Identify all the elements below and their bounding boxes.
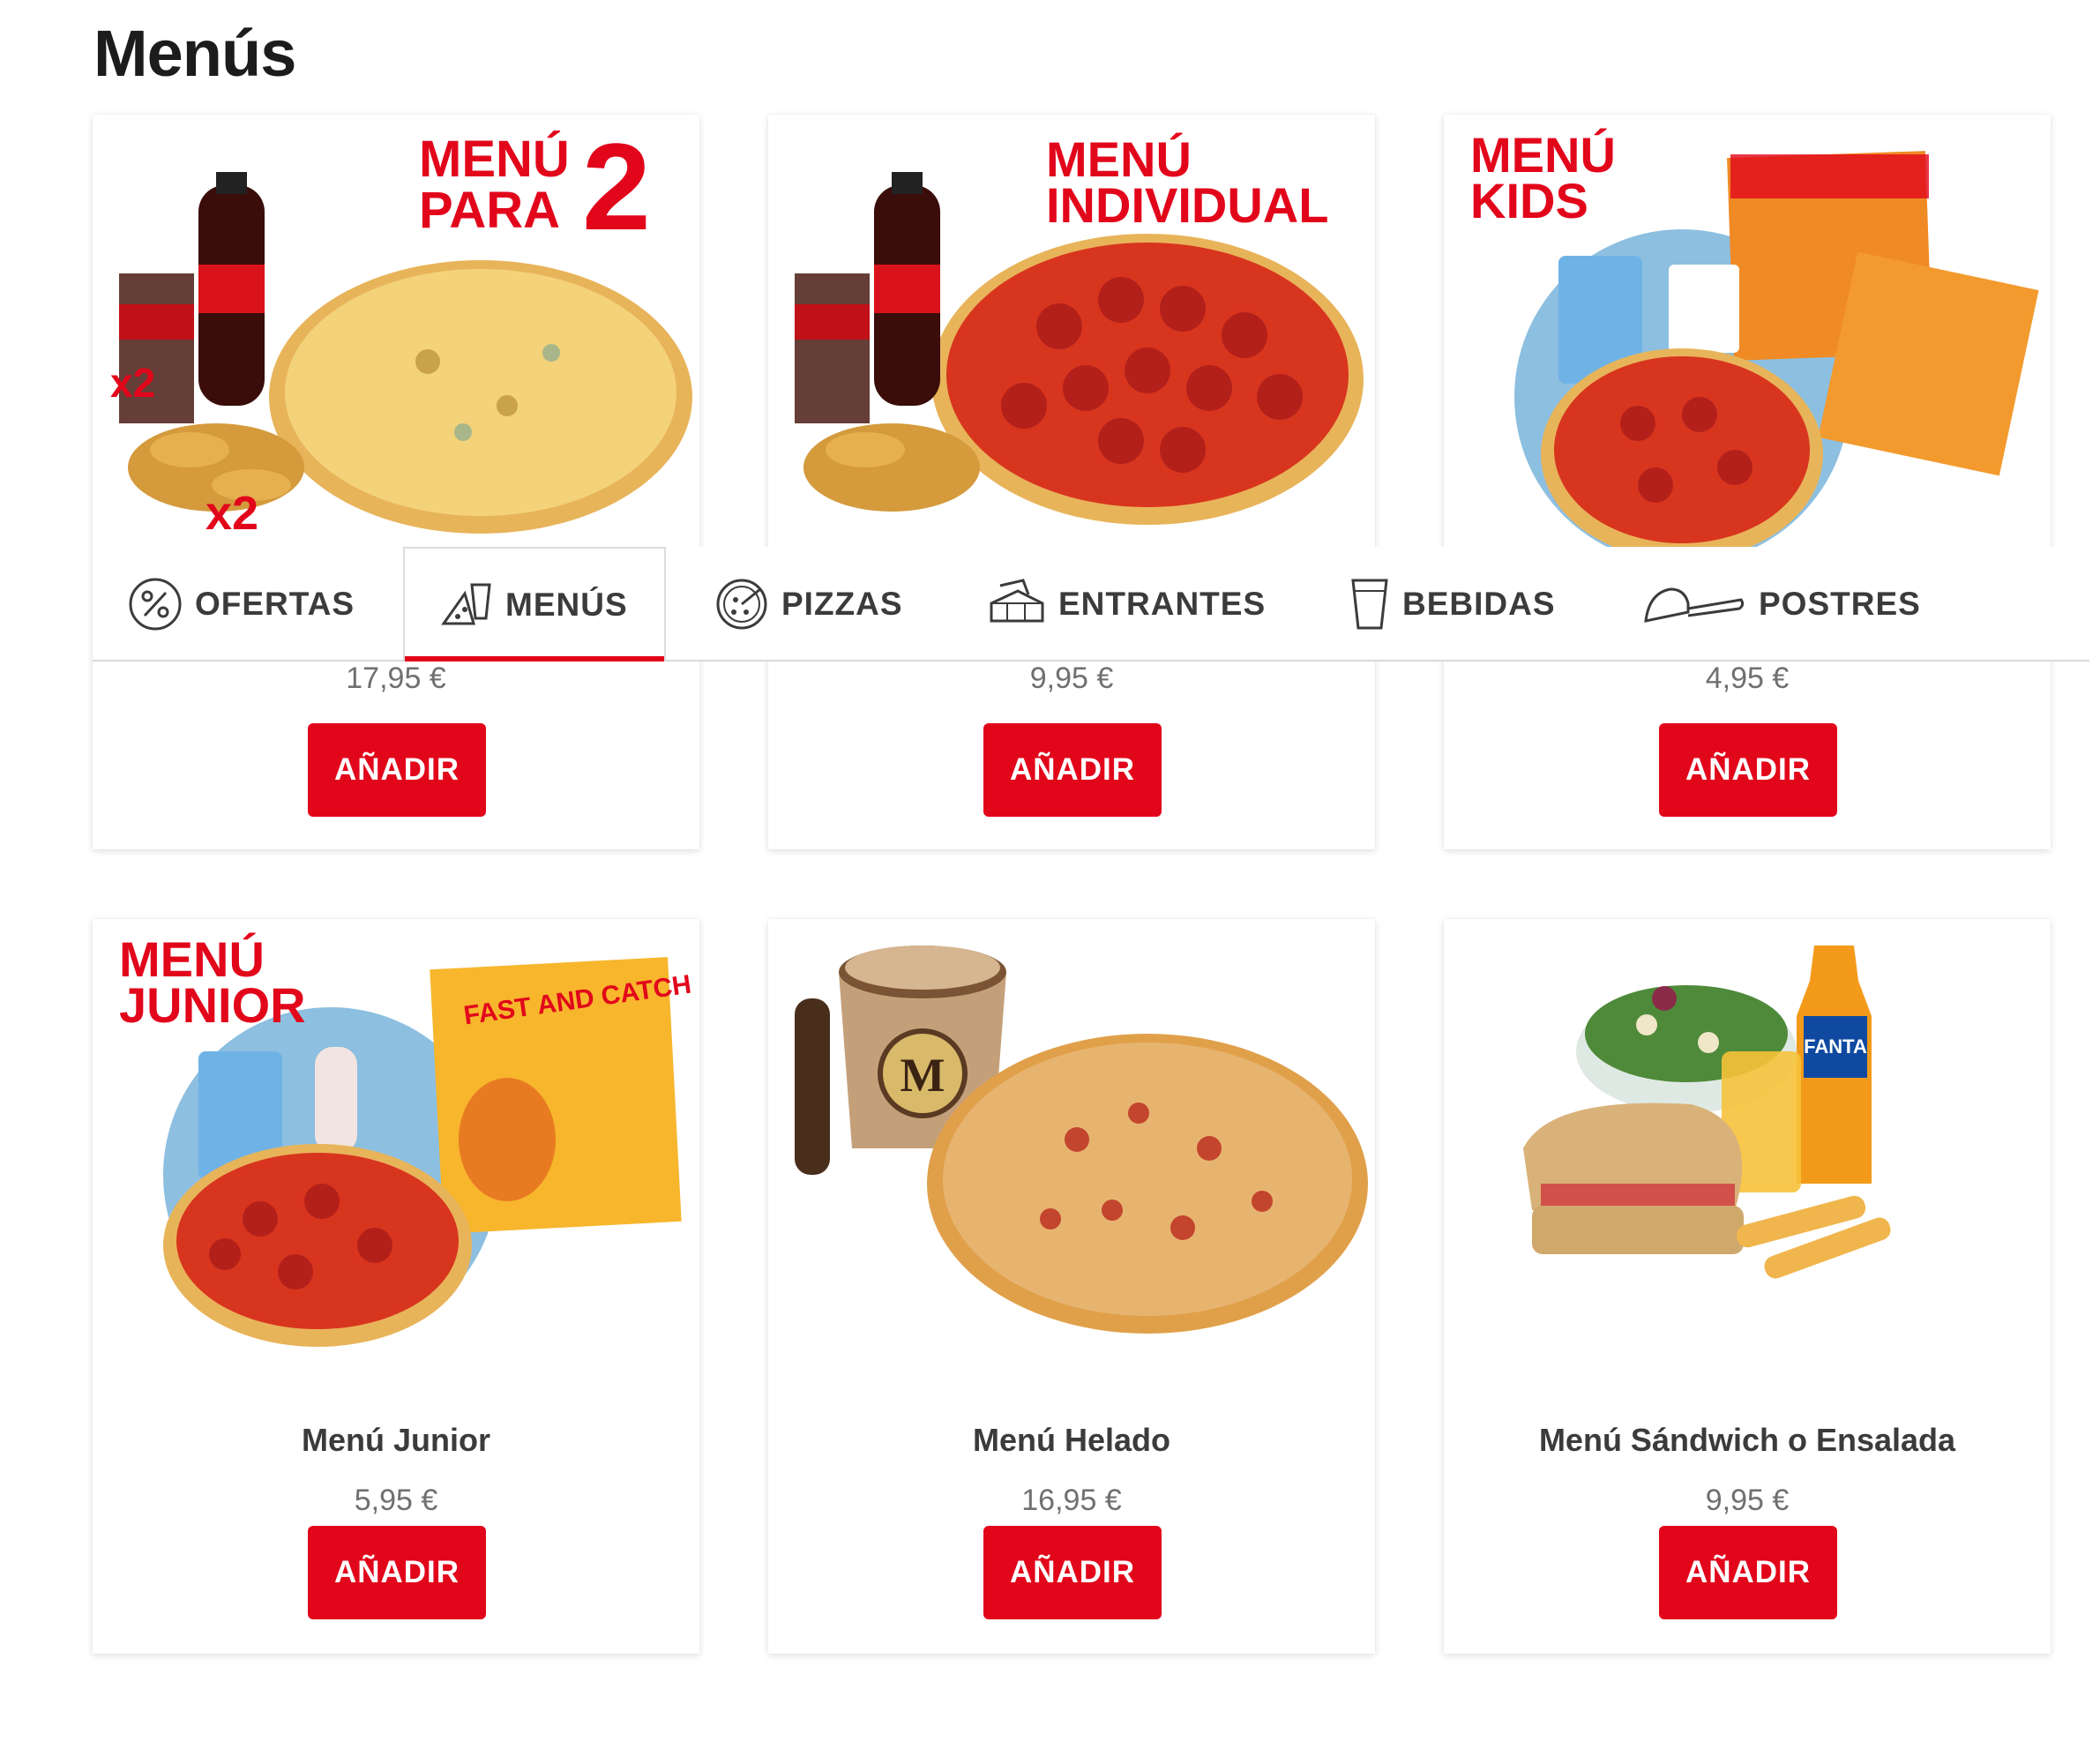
dessert-icon — [1644, 587, 1745, 623]
tab-entrantes[interactable]: ENTRANTES — [988, 547, 1266, 662]
add-button[interactable]: AÑADIR — [983, 1526, 1162, 1619]
menu-price: 9,95 € — [1705, 1484, 1790, 1517]
product-image: FANTA — [1444, 919, 2051, 1351]
tab-pizzas[interactable]: PIZZAS — [714, 547, 903, 662]
x2-badge: x2 — [110, 360, 155, 406]
banner-line-2: INDIVIDUAL — [1046, 177, 1328, 233]
menu-name: Menú Junior — [302, 1422, 490, 1458]
category-tabbar: OFERTAS MENÚS PIZZAS ENTRANTES BEBIDAS P… — [93, 547, 2089, 662]
tab-bebidas[interactable]: BEBIDAS — [1349, 547, 1556, 662]
tab-postres[interactable]: POSTRES — [1640, 547, 1921, 662]
x2-badge: x2 — [206, 487, 258, 540]
pizza-icon — [716, 579, 767, 630]
tab-label: ENTRANTES — [1058, 586, 1267, 622]
tab-label: MENÚS — [505, 587, 628, 623]
tab-ofertas[interactable]: OFERTAS — [128, 547, 355, 662]
menu-card-kids[interactable]: MENÚ KIDS 4,95 € AÑADIR — [1444, 115, 2051, 849]
menu-price: 16,95 € — [1021, 1484, 1122, 1517]
banner-number: 2 — [582, 117, 651, 256]
tab-label: OFERTAS — [195, 586, 355, 622]
starter-box-icon — [990, 579, 1044, 623]
bottle-label: FANTA — [1804, 1035, 1867, 1058]
add-button[interactable]: AÑADIR — [1659, 723, 1837, 817]
tub-logo: M — [901, 1049, 945, 1102]
menu-card-sandwich-ensalada[interactable]: FANTA Menú Sándwich o Ensalada 9,95 € AÑ… — [1444, 919, 2051, 1654]
banner-line-2: KIDS — [1470, 173, 1588, 228]
page-title: Menús — [93, 17, 296, 90]
add-button[interactable]: AÑADIR — [983, 723, 1162, 817]
active-tab-indicator — [405, 656, 664, 662]
product-image: MENÚ INDIVIDUAL — [768, 115, 1375, 547]
tab-label: PIZZAS — [781, 586, 903, 622]
menu-name: Menú Sándwich o Ensalada — [1538, 1422, 1956, 1458]
banner-line-1: MENÚ — [419, 131, 570, 188]
menu-card-para-2[interactable]: MENÚ PARA 2 x2 x2 17,95 € AÑADIR — [93, 115, 699, 849]
tab-label: BEBIDAS — [1402, 586, 1556, 622]
banner-line-2: JUNIOR — [119, 977, 306, 1033]
cup-icon — [1351, 579, 1388, 630]
product-image: M — [768, 919, 1375, 1351]
menu-card-individual[interactable]: MENÚ INDIVIDUAL 9,95 € AÑADIR — [768, 115, 1375, 849]
product-image: MENÚ JUNIOR FAST AND CATCH — [93, 919, 699, 1351]
tab-label: POSTRES — [1759, 586, 1921, 622]
product-image: MENÚ KIDS — [1444, 115, 2051, 547]
banner-line-2: PARA — [419, 182, 560, 239]
menu-price: 9,95 € — [1029, 662, 1114, 695]
product-image: MENÚ PARA 2 x2 x2 — [93, 115, 699, 547]
pizza-drink-icon — [441, 583, 491, 625]
percent-icon — [129, 578, 182, 631]
menu-card-junior[interactable]: MENÚ JUNIOR FAST AND CATCH Menú Junior 5… — [93, 919, 699, 1654]
add-button[interactable]: AÑADIR — [308, 723, 486, 817]
menu-price: 5,95 € — [354, 1484, 438, 1517]
tab-menus[interactable]: MENÚS — [403, 547, 666, 662]
menu-name: Menú Helado — [972, 1422, 1170, 1458]
menu-price: 4,95 € — [1705, 662, 1790, 695]
menu-card-helado[interactable]: M Menú Helado 16,95 € AÑADIR — [768, 919, 1375, 1654]
add-button[interactable]: AÑADIR — [1659, 1526, 1837, 1619]
add-button[interactable]: AÑADIR — [308, 1526, 486, 1619]
menu-price: 17,95 € — [346, 662, 446, 695]
